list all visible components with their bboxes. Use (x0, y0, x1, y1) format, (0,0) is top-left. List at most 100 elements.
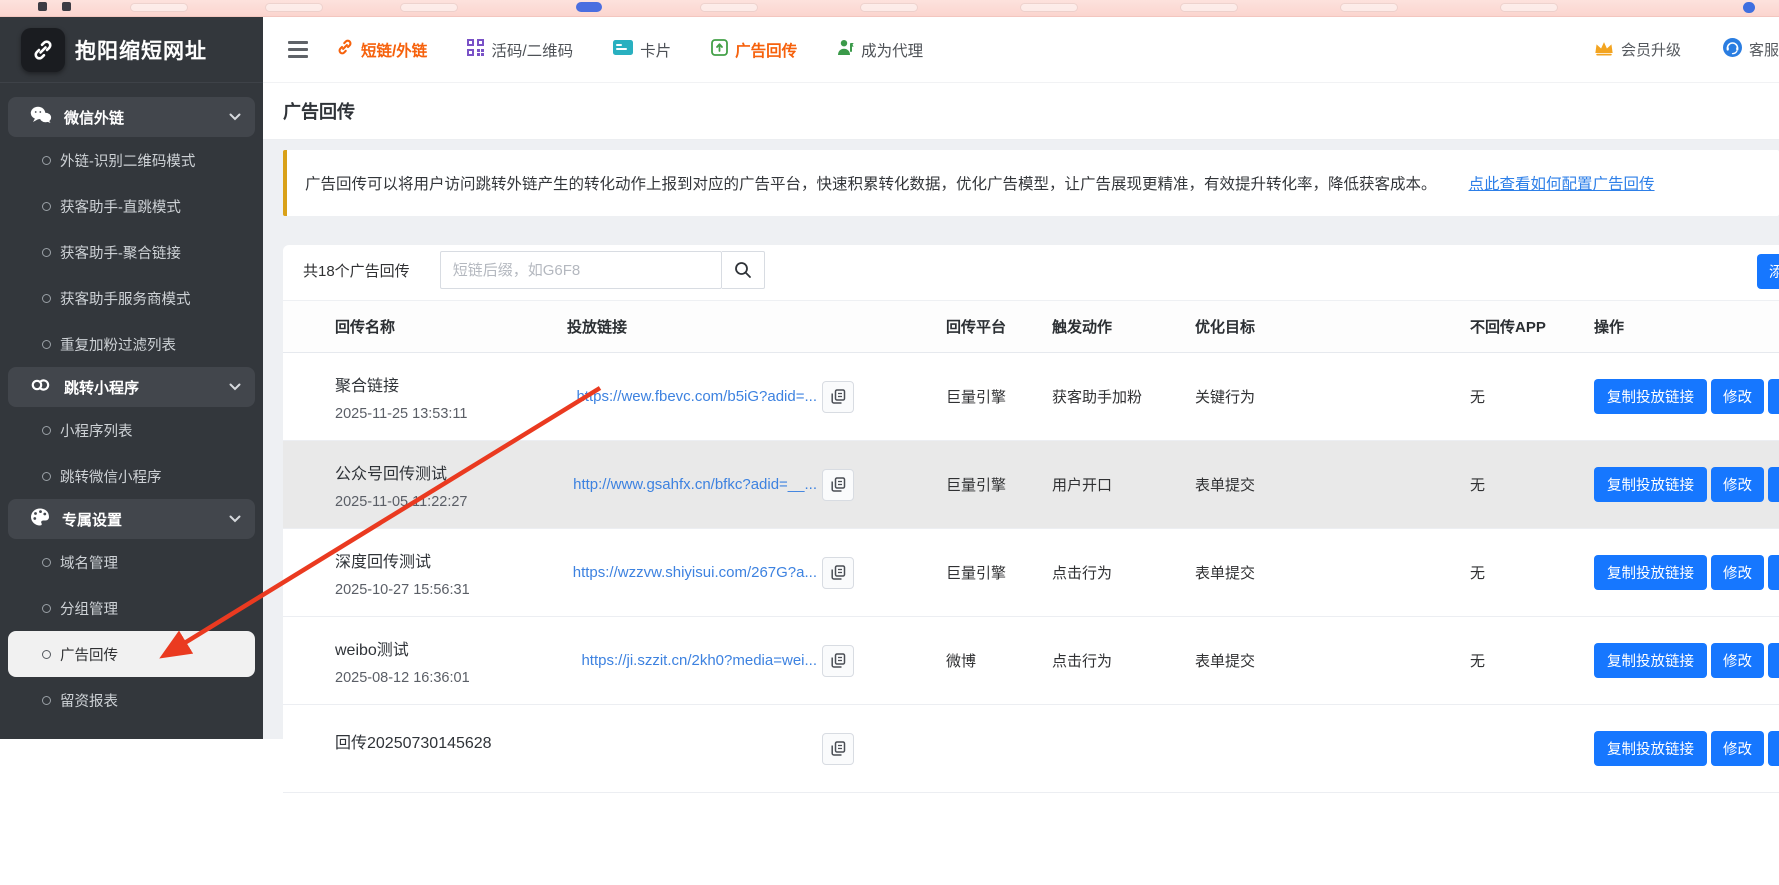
sidebar-item-direct-jump[interactable]: 获客助手-直跳模式 (8, 183, 255, 229)
edit-button[interactable]: 修改 (1711, 467, 1764, 502)
table-row: weibo测试 2025-08-12 16:36:01 https://ji.s… (283, 617, 1779, 705)
banner-config-link[interactable]: 点此查看如何配置广告回传 (1469, 172, 1655, 194)
browser-profile-icon (1743, 2, 1755, 13)
callback-name: 回传20250730145628 (335, 729, 567, 753)
hamburger-menu-icon[interactable] (288, 41, 308, 58)
col-header-name: 回传名称 (335, 316, 567, 337)
callback-table: 回传名称 投放链接 回传平台 触发动作 优化目标 不回传APP 操作 聚合链接 … (283, 300, 1779, 793)
copy-url-button[interactable] (822, 469, 854, 501)
crown-icon (1594, 40, 1614, 60)
edit-button[interactable]: 修改 (1711, 379, 1764, 414)
sidebar: 抱阳缩短网址 微信外链 外链-识别二维码模式 (0, 17, 263, 739)
search-icon (734, 261, 752, 279)
callback-count-label: 共18个广告回传 (303, 260, 410, 281)
nav-item-qrcode[interactable]: 活码/二维码 (467, 39, 573, 61)
copy-url-button[interactable] (822, 557, 854, 589)
copy-url-button[interactable] (822, 381, 854, 413)
sidebar-item-qrcode-mode[interactable]: 外链-识别二维码模式 (8, 137, 255, 183)
more-action-button-cut[interactable] (1768, 555, 1779, 590)
add-callback-button[interactable]: 添 (1757, 254, 1779, 289)
banner-text: 广告回传可以将用户访问跳转外链产生的转化动作上报到对应的广告平台，快速积累转化数… (305, 172, 1437, 194)
nav-item-ad-callback[interactable]: 广告回传 (711, 39, 797, 61)
table-row: 回传20250730145628 (283, 705, 1779, 793)
customer-service-icon (1723, 38, 1742, 61)
browser-tab (130, 3, 188, 12)
callback-url-link[interactable]: https://wew.fbevc.com/b5iG?adid=... (567, 388, 817, 405)
palette-icon (30, 508, 50, 531)
bullet-icon (42, 604, 51, 613)
sidebar-item-jump-wechat-miniprogram[interactable]: 跳转微信小程序 (8, 453, 255, 499)
copy-icon (831, 477, 846, 492)
search-button[interactable] (722, 251, 765, 289)
callback-no-app: 无 (1470, 650, 1594, 671)
col-header-trigger: 触发动作 (1052, 316, 1195, 337)
browser-tab (1020, 3, 1078, 12)
callback-url-link[interactable]: https://wzzvw.shiyisui.com/267G?a... (567, 564, 817, 581)
sidebar-item-lead-report[interactable]: 留资报表 (8, 677, 255, 723)
copy-delivery-link-button[interactable]: 复制投放链接 (1594, 379, 1707, 414)
nav-item-card[interactable]: 卡片 (613, 39, 671, 61)
sidebar-item-dup-filter[interactable]: 重复加粉过滤列表 (8, 321, 255, 367)
table-row: 公众号回传测试 2025-11-05 11:22:27 http://www.g… (283, 441, 1779, 529)
top-navbar: 短链/外链 活码/二维码 卡片 (263, 17, 1779, 83)
callback-goal: 表单提交 (1195, 562, 1470, 583)
customer-service-button[interactable]: 客服 (1723, 38, 1779, 61)
miniprogram-link-icon (30, 376, 52, 399)
sidebar-item-group-management[interactable]: 分组管理 (8, 585, 255, 631)
more-action-button-cut[interactable] (1768, 467, 1779, 502)
sidebar-section-wechat-links[interactable]: 微信外链 (8, 97, 255, 137)
member-upgrade-button[interactable]: 会员升级 (1594, 39, 1681, 60)
chevron-down-icon (229, 113, 241, 121)
sidebar-item-domain-management[interactable]: 域名管理 (8, 539, 255, 585)
search-input[interactable] (440, 251, 722, 289)
callback-trigger: 点击行为 (1052, 650, 1195, 671)
copy-delivery-link-button[interactable]: 复制投放链接 (1594, 467, 1707, 502)
sidebar-section-label: 微信外链 (64, 107, 124, 128)
copy-icon (831, 389, 846, 404)
sidebar-nav: 微信外链 外链-识别二维码模式 获客助手-直跳模式 获客助手-聚合链接 获客助手… (0, 83, 263, 723)
link-icon (336, 38, 354, 61)
copy-delivery-link-button[interactable]: 复制投放链接 (1594, 643, 1707, 678)
qrcode-icon (467, 39, 484, 61)
bullet-icon (42, 650, 51, 659)
more-action-button-cut[interactable] (1768, 379, 1779, 414)
app-title: 抱阳缩短网址 (75, 35, 207, 65)
callback-date: 2025-08-12 16:36:01 (335, 670, 567, 686)
sidebar-logo-row: 抱阳缩短网址 (0, 17, 263, 83)
sidebar-item-service-provider[interactable]: 获客助手服务商模式 (8, 275, 255, 321)
edit-button[interactable]: 修改 (1711, 731, 1764, 766)
callback-no-app: 无 (1470, 474, 1594, 495)
callback-url-link[interactable]: http://www.gsahfx.cn/bfkc?adid=__... (567, 476, 817, 493)
chevron-down-icon (229, 383, 241, 391)
browser-tab (265, 3, 323, 12)
sidebar-section-label: 跳转小程序 (64, 377, 139, 398)
copy-delivery-link-button[interactable]: 复制投放链接 (1594, 555, 1707, 590)
sidebar-item-ad-callback[interactable]: 广告回传 (8, 631, 255, 677)
callback-name: 聚合链接 (335, 372, 567, 396)
bullet-icon (42, 156, 51, 165)
sidebar-item-miniprogram-list[interactable]: 小程序列表 (8, 407, 255, 453)
chevron-down-icon (229, 515, 241, 523)
page-title-bar: 广告回传 (263, 83, 1779, 140)
callback-url-link[interactable]: https://ji.szzit.cn/2kh0?media=wei... (567, 652, 817, 669)
copy-url-button[interactable] (822, 733, 854, 765)
browser-tab (400, 3, 458, 12)
more-action-button-cut[interactable] (1768, 731, 1779, 766)
bullet-icon (42, 472, 51, 481)
nav-item-short-links[interactable]: 短链/外链 (336, 38, 427, 61)
copy-url-button[interactable] (822, 645, 854, 677)
browser-tab (1340, 3, 1398, 12)
ad-callback-icon (711, 39, 728, 61)
edit-button[interactable]: 修改 (1711, 555, 1764, 590)
nav-item-become-agent[interactable]: 成为代理 (837, 39, 923, 61)
sidebar-section-exclusive-settings[interactable]: 专属设置 (8, 499, 255, 539)
edit-button[interactable]: 修改 (1711, 643, 1764, 678)
callback-name: 公众号回传测试 (335, 460, 567, 484)
bullet-icon (42, 294, 51, 303)
callback-platform: 微博 (946, 650, 1052, 671)
sidebar-item-aggregate-link[interactable]: 获客助手-聚合链接 (8, 229, 255, 275)
bullet-icon (42, 426, 51, 435)
more-action-button-cut[interactable] (1768, 643, 1779, 678)
copy-delivery-link-button[interactable]: 复制投放链接 (1594, 731, 1707, 766)
sidebar-section-miniprogram[interactable]: 跳转小程序 (8, 367, 255, 407)
